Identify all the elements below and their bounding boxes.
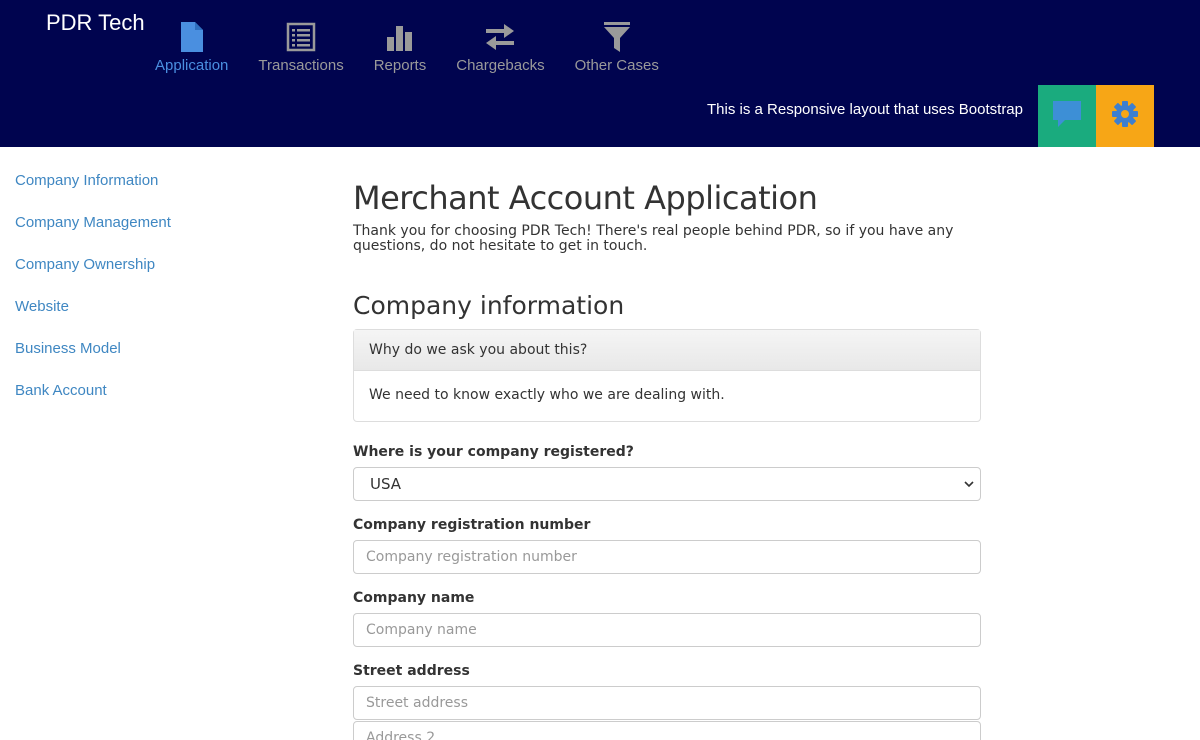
reg-number-group: Company registration number <box>353 517 981 574</box>
panel-body: We need to know exactly who we are deali… <box>369 387 725 403</box>
sidebar-nav: Company Information Company Management C… <box>15 170 171 422</box>
nav-chargebacks[interactable]: Chargebacks <box>441 20 559 74</box>
sidebar-item-business-model[interactable]: Business Model <box>15 338 171 380</box>
nav-label: Application <box>155 57 229 74</box>
info-panel: Why do we ask you about this? We need to… <box>353 329 981 422</box>
panel-heading: Why do we ask you about this? <box>354 330 980 371</box>
nav-reports[interactable]: Reports <box>359 20 442 74</box>
page-title: Merchant Account Application <box>353 179 818 217</box>
intro-text: Thank you for choosing PDR Tech! There's… <box>353 223 954 254</box>
bar-chart-icon <box>384 20 416 54</box>
header-tagline: This is a Responsive layout that uses Bo… <box>707 101 1023 118</box>
list-icon <box>285 20 317 54</box>
top-navbar: PDR Tech Application Transactions Report… <box>0 0 1200 147</box>
registered-country-group: Where is your company registered? USA <box>353 444 981 501</box>
nav-other-cases[interactable]: Other Cases <box>560 20 674 74</box>
reg-number-label: Company registration number <box>353 517 591 533</box>
main-nav: Application Transactions Reports Chargeb… <box>140 20 674 74</box>
chat-button[interactable] <box>1038 85 1096 147</box>
nav-transactions[interactable]: Transactions <box>243 20 358 74</box>
registered-country-select[interactable]: USA <box>353 467 981 501</box>
sidebar-item-website[interactable]: Website <box>15 296 171 338</box>
chevron-down-icon <box>962 469 976 499</box>
section-title: Company information <box>353 291 625 320</box>
company-name-label: Company name <box>353 590 475 606</box>
sidebar-item-bank-account[interactable]: Bank Account <box>15 380 171 422</box>
nav-application[interactable]: Application <box>140 20 243 74</box>
street-address-group: Street address <box>353 663 981 740</box>
nav-label: Reports <box>373 57 427 74</box>
funnel-icon <box>601 20 633 54</box>
chat-bubble-icon <box>1051 99 1083 133</box>
swap-arrows-icon <box>484 20 516 54</box>
sidebar-item-company-management[interactable]: Company Management <box>15 212 171 254</box>
nav-label: Transactions <box>258 57 344 74</box>
street-address-label: Street address <box>353 663 470 679</box>
company-name-group: Company name <box>353 590 981 647</box>
reg-number-input[interactable] <box>353 540 981 574</box>
nav-label: Other Cases <box>574 57 659 74</box>
company-name-input[interactable] <box>353 613 981 647</box>
street-address-input[interactable] <box>353 686 981 720</box>
sidebar-item-company-ownership[interactable]: Company Ownership <box>15 254 171 296</box>
nav-label: Chargebacks <box>456 57 545 74</box>
select-value: USA <box>370 475 402 493</box>
gear-icon <box>1111 100 1139 132</box>
settings-button[interactable] <box>1096 85 1154 147</box>
brand-title[interactable]: PDR Tech <box>46 10 145 36</box>
registered-country-label: Where is your company registered? <box>353 444 634 460</box>
document-icon <box>176 20 208 54</box>
address-2-input[interactable] <box>353 721 981 740</box>
sidebar-item-company-information[interactable]: Company Information <box>15 170 171 212</box>
main-content: Merchant Account Application Thank you f… <box>353 178 981 740</box>
